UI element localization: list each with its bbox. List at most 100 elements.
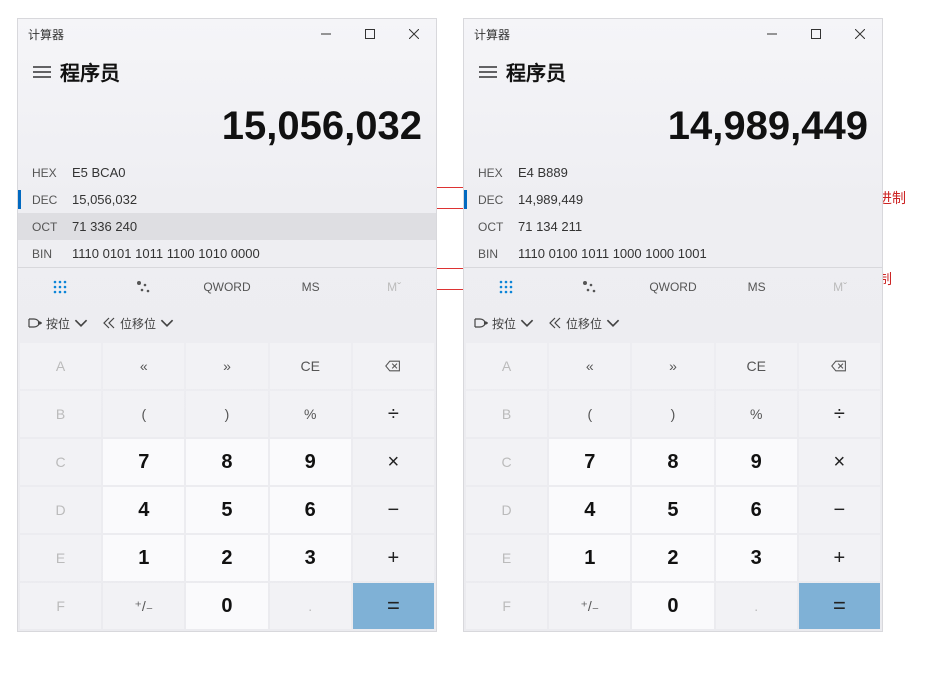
key-equals[interactable]: = [353,583,434,629]
key-3[interactable]: 3 [270,535,351,581]
base-value-oct: 71 336 240 [72,219,137,234]
shift-icon [102,316,116,330]
key-7[interactable]: 7 [103,439,184,485]
key-9[interactable]: 9 [716,439,797,485]
chevron-down-icon [160,316,174,330]
titlebar: 计算器 [464,19,882,49]
key-percent[interactable]: % [270,391,351,437]
base-row-oct[interactable]: OCT71 134 211 [464,213,882,240]
full-keypad-icon[interactable] [464,268,548,305]
base-row-bin[interactable]: BIN1110 0101 1011 1100 1010 0000 [18,240,436,267]
base-row-hex[interactable]: HEXE5 BCA0 [18,159,436,186]
key-6[interactable]: 6 [716,487,797,533]
maximize-button[interactable] [348,19,392,49]
key-lparen[interactable]: ( [549,391,630,437]
base-value-dec: 15,056,032 [72,192,137,207]
shift-icon [548,316,562,330]
base-label: HEX [22,166,72,180]
base-row-hex[interactable]: HEXE4 B889 [464,159,882,186]
key-f: F [20,583,101,629]
key-rshift[interactable]: » [186,343,267,389]
base-row-dec[interactable]: DEC14,989,449 [464,186,882,213]
key-divide[interactable]: ÷ [799,391,880,437]
close-button[interactable] [838,19,882,49]
bitshift-label: 位移位 [120,315,156,332]
bitshift-dropdown[interactable]: 位移位 [102,315,174,332]
minimize-button[interactable] [750,19,794,49]
base-label: HEX [468,166,518,180]
close-button[interactable] [392,19,436,49]
key-percent[interactable]: % [716,391,797,437]
key-multiply[interactable]: × [799,439,880,485]
calculator-window: 计算器 程序员 15,056,032 HEXE5 BCA0 DEC15,056,… [17,18,437,632]
key-rparen[interactable]: ) [186,391,267,437]
bitshift-label: 位移位 [566,315,602,332]
key-clear-entry[interactable]: CE [270,343,351,389]
key-5[interactable]: 5 [632,487,713,533]
mode-name: 程序员 [60,57,120,86]
memory-store-button[interactable]: MS [269,268,353,305]
key-2[interactable]: 2 [186,535,267,581]
key-clear-entry[interactable]: CE [716,343,797,389]
key-subtract[interactable]: − [799,487,880,533]
keypad: A « » CE B ( ) % ÷ C 7 8 9 × D 4 5 6 − E… [464,341,882,631]
key-6[interactable]: 6 [270,487,351,533]
key-rparen[interactable]: ) [632,391,713,437]
key-plus-minus[interactable]: ⁺/₋ [549,583,630,629]
key-c: C [466,439,547,485]
base-label: DEC [22,193,72,207]
key-lparen[interactable]: ( [103,391,184,437]
key-1[interactable]: 1 [103,535,184,581]
key-4[interactable]: 4 [549,487,630,533]
key-7[interactable]: 7 [549,439,630,485]
minimize-button[interactable] [304,19,348,49]
key-lshift[interactable]: « [103,343,184,389]
key-2[interactable]: 2 [632,535,713,581]
key-1[interactable]: 1 [549,535,630,581]
word-size-button[interactable]: QWORD [631,268,715,305]
hamburger-menu-icon[interactable] [470,65,506,79]
key-a: A [20,343,101,389]
base-label: BIN [22,247,72,261]
key-0[interactable]: 0 [632,583,713,629]
base-value-dec: 14,989,449 [518,192,583,207]
full-keypad-icon[interactable] [18,268,102,305]
key-subtract[interactable]: − [353,487,434,533]
word-size-button[interactable]: QWORD [185,268,269,305]
base-row-dec[interactable]: DEC15,056,032 [18,186,436,213]
key-lshift[interactable]: « [549,343,630,389]
key-0[interactable]: 0 [186,583,267,629]
key-rshift[interactable]: » [632,343,713,389]
key-9[interactable]: 9 [270,439,351,485]
maximize-button[interactable] [794,19,838,49]
window-title: 计算器 [464,26,750,43]
key-add[interactable]: + [799,535,880,581]
bitwise-dropdown[interactable]: 按位 [474,315,534,332]
key-multiply[interactable]: × [353,439,434,485]
chevron-down-icon [74,316,88,330]
key-3[interactable]: 3 [716,535,797,581]
key-divide[interactable]: ÷ [353,391,434,437]
hamburger-menu-icon[interactable] [24,65,60,79]
key-4[interactable]: 4 [103,487,184,533]
memory-recall-button: Mˇ [352,268,436,305]
key-add[interactable]: + [353,535,434,581]
mode-name: 程序员 [506,57,566,86]
key-backspace[interactable] [799,343,880,389]
bitwise-label: 按位 [492,315,516,332]
base-row-oct[interactable]: OCT71 336 240 [18,213,436,240]
key-8[interactable]: 8 [632,439,713,485]
keypad: A « » CE B ( ) % ÷ C 7 8 9 × D 4 5 6 − E… [18,341,436,631]
key-5[interactable]: 5 [186,487,267,533]
bit-toggle-icon[interactable] [102,268,186,305]
key-c: C [20,439,101,485]
bitwise-dropdown[interactable]: 按位 [28,315,88,332]
key-plus-minus[interactable]: ⁺/₋ [103,583,184,629]
base-row-bin[interactable]: BIN1110 0100 1011 1000 1000 1001 [464,240,882,267]
key-8[interactable]: 8 [186,439,267,485]
key-equals[interactable]: = [799,583,880,629]
memory-store-button[interactable]: MS [715,268,799,305]
key-backspace[interactable] [353,343,434,389]
bit-toggle-icon[interactable] [548,268,632,305]
bitshift-dropdown[interactable]: 位移位 [548,315,620,332]
